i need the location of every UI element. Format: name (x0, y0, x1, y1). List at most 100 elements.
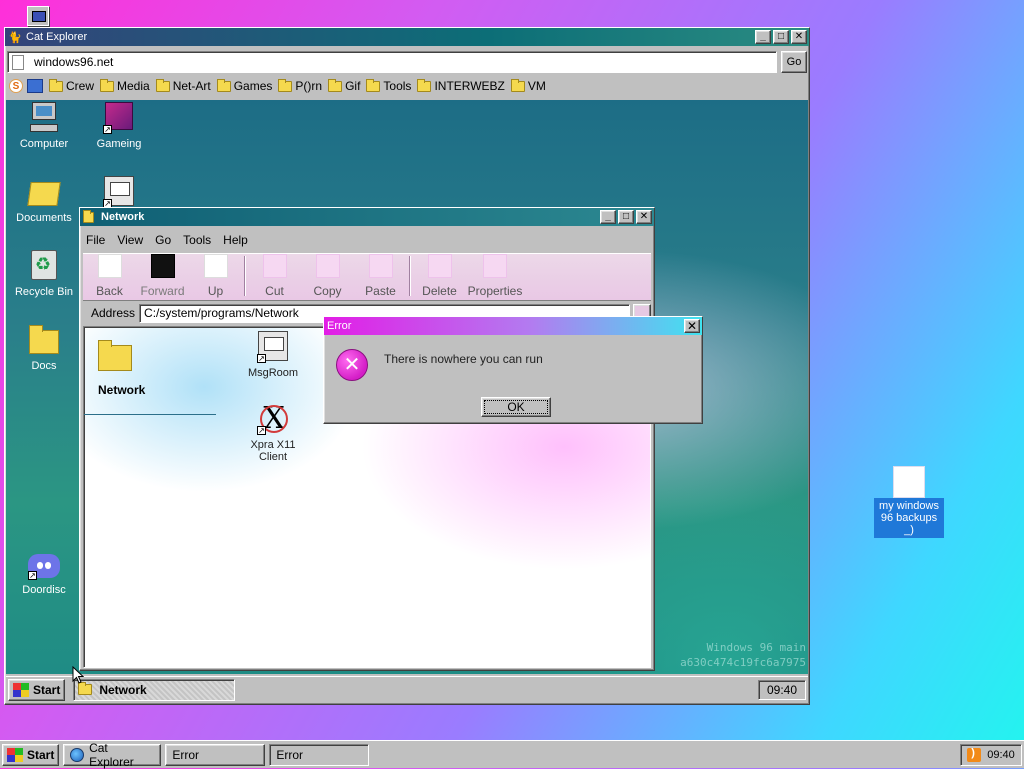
error-icon: ✕ (336, 349, 368, 381)
bookmark-net-art[interactable]: Net-Art (155, 78, 211, 93)
paste-button[interactable]: Paste (354, 254, 407, 298)
folder-icon (155, 78, 170, 92)
s-icon[interactable]: S (9, 79, 23, 93)
desktop-icon-computer[interactable]: Computer (6, 102, 82, 150)
file-xpra-x11-client[interactable]: X ↗ Xpra X11 Client (238, 403, 308, 464)
menu-file[interactable]: File (84, 231, 107, 249)
desktop-icon-recycle-bin[interactable]: Recycle Bin (6, 250, 82, 298)
desktop-icon-docs[interactable]: Docs (6, 324, 82, 372)
outer-clock: 09:40 (960, 743, 1022, 766)
taskbar-item-cat-explorer[interactable]: Cat Explorer (63, 741, 162, 769)
properties-button[interactable]: Properties (466, 254, 524, 298)
folder-icon (216, 78, 231, 92)
maximize-button[interactable]: □ (618, 210, 634, 224)
up-button[interactable]: Up (189, 254, 242, 298)
cut-button[interactable]: Cut (248, 254, 301, 298)
menu-bar: File View Go Tools Help (84, 231, 258, 249)
folder-icon (83, 209, 97, 224)
desktop-icon-gameing[interactable]: ↗ Gameing (81, 102, 157, 150)
inner-start-button[interactable]: Start (8, 678, 66, 701)
start-icon (13, 682, 29, 697)
back-button[interactable]: Back (83, 254, 136, 298)
minimize-button[interactable]: _ (600, 210, 616, 224)
bookmark-vm[interactable]: VM (510, 78, 546, 93)
folder-icon (510, 78, 525, 92)
folder-icon (278, 78, 293, 92)
menu-tools[interactable]: Tools (181, 231, 213, 249)
forward-button[interactable]: Forward (136, 254, 189, 298)
msgroom-icon: ↗ (257, 331, 289, 363)
up-icon (203, 254, 228, 278)
desktop-file-backups[interactable]: my windows 96 backups _) (874, 466, 944, 538)
file-label: my windows 96 backups _) (874, 498, 944, 538)
folder-icon (328, 78, 343, 92)
ok-button[interactable]: OK (481, 397, 551, 417)
cat-explorer-titlebar[interactable]: 🐈 Cat Explorer _ □ ✕ (5, 28, 809, 46)
folder-icon (49, 78, 63, 92)
folder-icon (366, 78, 381, 92)
error-dialog: Error ✕ ✕ There is nowhere you can run O… (323, 316, 703, 424)
address-label: Address (91, 306, 136, 320)
computer-icon (28, 102, 60, 134)
recycle-bin-icon (28, 250, 60, 282)
menu-help[interactable]: Help (221, 231, 250, 249)
menu-view[interactable]: View (115, 231, 145, 249)
bookmark-prn[interactable]: P()rn (278, 78, 322, 93)
toolbar-separator (409, 256, 411, 296)
folder-icon (78, 682, 93, 695)
url-text: windows96.net (34, 55, 114, 69)
bookmark-interwebz[interactable]: INTERWEBZ (417, 78, 505, 93)
url-input[interactable]: windows96.net (7, 51, 777, 73)
bookmark-crew[interactable]: Crew (49, 78, 94, 93)
network-titlebar[interactable]: Network _ □ ✕ (80, 208, 654, 226)
rss-icon[interactable] (967, 747, 982, 762)
copy-icon (315, 254, 340, 278)
sidebar-title: Network (98, 383, 146, 397)
error-titlebar[interactable]: Error ✕ (324, 317, 702, 335)
window-title: Cat Explorer (26, 31, 88, 43)
forward-icon (150, 254, 175, 278)
delete-button[interactable]: Delete (413, 254, 466, 298)
toolbar-separator (244, 256, 246, 296)
close-button[interactable]: ✕ (791, 30, 807, 44)
start-icon (7, 747, 23, 762)
maximize-button[interactable]: □ (773, 30, 789, 44)
dialog-title: Error (327, 320, 352, 332)
page-icon (12, 54, 24, 70)
folder-icon (100, 78, 115, 92)
file-icon (893, 466, 925, 498)
paste-icon (368, 254, 393, 278)
open-folder-icon (27, 176, 61, 208)
cat-explorer-icon: 🐈 (8, 31, 22, 44)
minimize-button[interactable]: _ (755, 30, 771, 44)
app-icon: ↗ (103, 176, 135, 208)
bookmark-tools[interactable]: Tools (366, 78, 411, 93)
desktop-icon-doordisc[interactable]: ↗ Doordisc (6, 548, 82, 596)
host-app-icon[interactable] (27, 6, 49, 26)
close-button[interactable]: ✕ (684, 319, 700, 333)
folder-icon (98, 340, 132, 371)
url-bar: windows96.net Go (7, 50, 807, 74)
bookmarks-bar: S Crew Media Net-Art Games P()rn Gif Too… (7, 76, 807, 96)
build-watermark: Windows 96 main a630c474c19fc6a7975 (680, 641, 806, 669)
x11-icon: X ↗ (257, 403, 289, 435)
window-title: Network (101, 211, 145, 223)
taskbar-item-network[interactable]: Network (73, 678, 236, 701)
globe-icon (70, 747, 85, 762)
start-button[interactable]: Start (2, 743, 60, 766)
close-button[interactable]: ✕ (636, 210, 652, 224)
taskbar-item-error-active[interactable]: Error (269, 743, 370, 766)
copy-button[interactable]: Copy (301, 254, 354, 298)
bookmark-media[interactable]: Media (100, 78, 150, 93)
menu-go[interactable]: Go (153, 231, 173, 249)
go-button[interactable]: Go (781, 51, 807, 73)
outer-taskbar: Start Cat Explorer Error Error 09:40 (0, 740, 1024, 769)
cut-icon (262, 254, 287, 278)
mouse-cursor-icon (72, 666, 84, 684)
desktop-icon-documents[interactable]: Documents (6, 176, 82, 224)
file-msgroom[interactable]: ↗ MsgRoom (238, 331, 308, 379)
bookmark-gif[interactable]: Gif (328, 78, 360, 93)
bookmark-games[interactable]: Games (216, 78, 272, 93)
taskbar-item-error[interactable]: Error (165, 743, 266, 766)
computer-icon[interactable] (27, 79, 43, 93)
